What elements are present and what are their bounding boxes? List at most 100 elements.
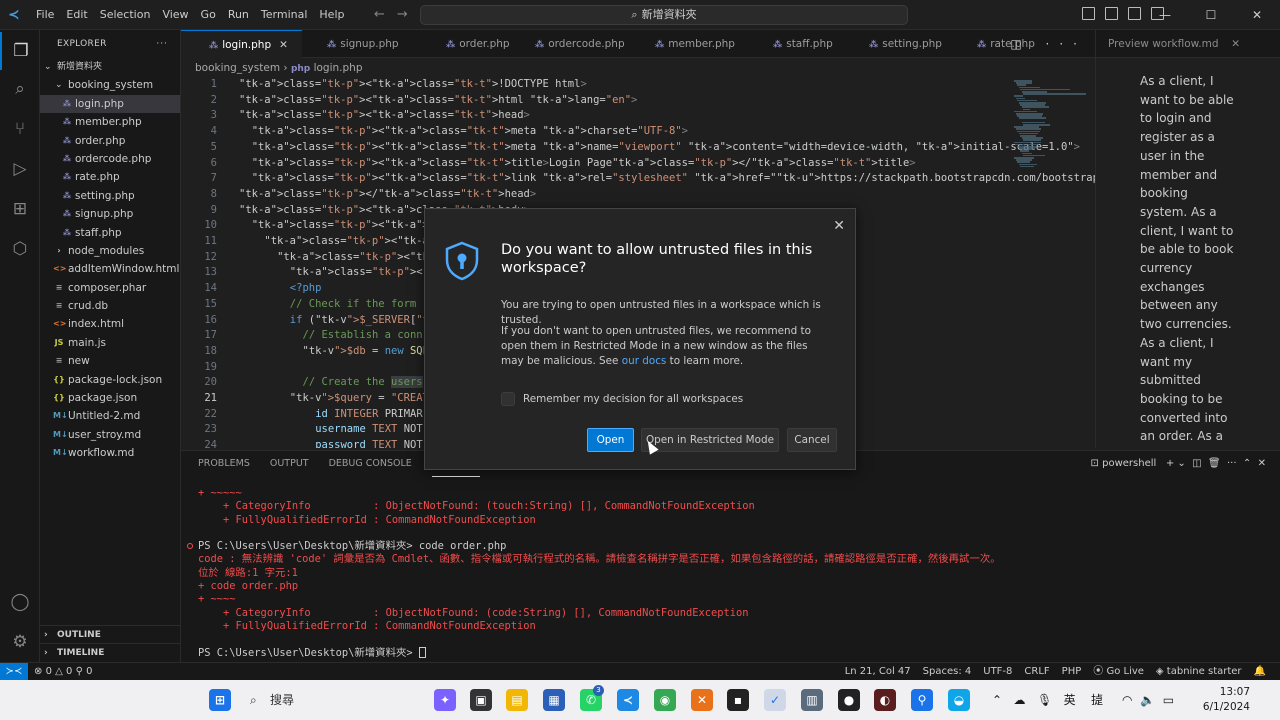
file-item[interactable]: › node_modules bbox=[40, 242, 180, 260]
encoding[interactable]: UTF-8 bbox=[983, 663, 1012, 681]
tab-setting-php[interactable]: ⁂ setting.php bbox=[841, 30, 956, 58]
file-item[interactable]: JS main.js bbox=[40, 334, 180, 352]
menu-item-edit[interactable]: Edit bbox=[60, 0, 93, 30]
battery-icon[interactable]: ▭ bbox=[1163, 693, 1174, 707]
panel-tab-output[interactable]: OUTPUT bbox=[270, 451, 309, 477]
panel-tab-problems[interactable]: PROBLEMS bbox=[198, 451, 250, 477]
open-button[interactable]: Open bbox=[587, 428, 634, 452]
accounts-icon[interactable]: ◯ bbox=[0, 583, 40, 621]
check-app-icon[interactable]: ✓ bbox=[764, 689, 786, 711]
file-item[interactable]: ≡ crud.db bbox=[40, 297, 180, 315]
task-view-icon[interactable]: ▣ bbox=[470, 689, 492, 711]
menu-item-run[interactable]: Run bbox=[222, 0, 255, 30]
folder-booking-system[interactable]: ⌄ booking_system bbox=[40, 76, 180, 94]
tab-ordercode-php[interactable]: ⁂ ordercode.php bbox=[507, 30, 639, 58]
run-debug-icon[interactable]: ▷ bbox=[0, 150, 40, 188]
file-item[interactable]: {} package-lock.json bbox=[40, 371, 180, 389]
toggle-sidebar-icon[interactable] bbox=[1082, 7, 1095, 20]
game-app-icon[interactable]: ◐ bbox=[874, 689, 896, 711]
edge-icon[interactable]: ◒ bbox=[948, 689, 970, 711]
line-ending[interactable]: CRLF bbox=[1024, 663, 1049, 681]
taskbar-search[interactable]: ⌕ 搜尋 bbox=[244, 688, 422, 712]
file-item[interactable]: M↓ Untitled-2.md bbox=[40, 407, 180, 425]
calculator-icon[interactable]: ▥ bbox=[801, 689, 823, 711]
app-icon[interactable]: ✕ bbox=[691, 689, 713, 711]
manage-gear-icon[interactable]: ⚙ bbox=[0, 623, 40, 661]
close-window-button[interactable]: ✕ bbox=[1234, 0, 1280, 30]
menu-item-go[interactable]: Go bbox=[195, 0, 222, 30]
toggle-panel-icon[interactable] bbox=[1105, 7, 1118, 20]
file-item[interactable]: ⁂ signup.php bbox=[40, 205, 180, 223]
file-explorer-icon[interactable]: ▤ bbox=[506, 689, 528, 711]
terminal-output[interactable]: + ~~~~~ + CategoryInfo : ObjectNotFound:… bbox=[187, 487, 1268, 660]
nav-arrows[interactable]: ←→ bbox=[374, 7, 420, 22]
cancel-button[interactable]: Cancel bbox=[787, 428, 837, 452]
copilot-icon[interactable]: ✦ bbox=[434, 689, 456, 711]
open-restricted-mode-button[interactable]: Open in Restricted Mode bbox=[641, 428, 779, 452]
tab-login-php[interactable]: ⁂ login.php ✕ bbox=[181, 30, 302, 58]
shell-name[interactable]: powershell bbox=[1102, 458, 1156, 469]
minimize-button[interactable]: — bbox=[1142, 0, 1188, 30]
tabnine[interactable]: ◈ tabnine starter bbox=[1156, 663, 1242, 681]
close-icon[interactable]: ✕ bbox=[279, 39, 288, 51]
timeline-section[interactable]: › TIMELINE bbox=[40, 643, 181, 661]
tab-staff-php[interactable]: ⁂ staff.php bbox=[745, 30, 847, 58]
remote-indicator-icon[interactable]: ≻≺ bbox=[0, 663, 28, 681]
file-item[interactable]: ⁂ order.php bbox=[40, 132, 180, 150]
menu-item-selection[interactable]: Selection bbox=[94, 0, 157, 30]
file-item[interactable]: ≡ composer.phar bbox=[40, 279, 180, 297]
media-app-icon[interactable]: ● bbox=[838, 689, 860, 711]
maps-app-icon[interactable]: ⚲ bbox=[911, 689, 933, 711]
explorer-icon[interactable]: ❐ bbox=[0, 32, 40, 70]
tab-member-php[interactable]: ⁂ member.php bbox=[627, 30, 749, 58]
file-item[interactable]: ⁂ member.php bbox=[40, 113, 180, 131]
maximize-button[interactable]: ☐ bbox=[1188, 0, 1234, 30]
cursor-position[interactable]: Ln 21, Col 47 bbox=[845, 663, 911, 681]
start-button-icon[interactable]: ⊞ bbox=[209, 689, 231, 711]
outline-section[interactable]: › OUTLINE bbox=[40, 625, 181, 643]
microphone-icon[interactable]: 🎙 bbox=[1037, 693, 1052, 707]
panel-tab-debug-console[interactable]: DEBUG CONSOLE bbox=[329, 451, 412, 477]
search-icon[interactable]: ⌕ bbox=[0, 70, 40, 108]
terminal-app-icon[interactable]: ▪ bbox=[727, 689, 749, 711]
go-live[interactable]: ⦿ Go Live bbox=[1093, 663, 1144, 681]
editor-actions[interactable]: ◫ ··· bbox=[1010, 37, 1087, 51]
language-mode[interactable]: PHP bbox=[1062, 663, 1082, 681]
breadcrumb-folder[interactable]: booking_system bbox=[195, 62, 280, 74]
file-item[interactable]: <> addItemWindow.html bbox=[40, 260, 180, 278]
menu-item-file[interactable]: File bbox=[30, 0, 60, 30]
remember-decision-checkbox[interactable] bbox=[501, 392, 515, 406]
file-item[interactable]: ≡ new bbox=[40, 352, 180, 370]
volume-icon[interactable]: 🔈 bbox=[1140, 693, 1155, 707]
show-hidden-icons-icon[interactable]: ⌃ bbox=[992, 693, 1002, 707]
file-item[interactable]: {} package.json bbox=[40, 389, 180, 407]
menu-item-view[interactable]: View bbox=[156, 0, 194, 30]
file-item[interactable]: M↓ user_stroy.md bbox=[40, 426, 180, 444]
menu-item-help[interactable]: Help bbox=[313, 0, 350, 30]
minimap[interactable] bbox=[1010, 76, 1090, 176]
chrome-icon[interactable]: ◉ bbox=[654, 689, 676, 711]
file-item[interactable]: ⁂ ordercode.php bbox=[40, 150, 180, 168]
more-actions-icon[interactable]: ··· bbox=[156, 30, 168, 58]
close-icon[interactable]: ✕ bbox=[1231, 30, 1240, 58]
clock[interactable]: 13:07 6/1/2024 bbox=[1203, 685, 1250, 715]
notifications-icon[interactable]: 🔔 bbox=[1254, 663, 1266, 681]
source-control-icon[interactable]: ⑂ bbox=[0, 110, 40, 148]
extensions-icon[interactable]: ⊞ bbox=[0, 190, 40, 228]
file-item[interactable]: <> index.html bbox=[40, 315, 180, 333]
file-item[interactable]: M↓ workflow.md bbox=[40, 444, 180, 462]
menu-item-terminal[interactable]: Terminal bbox=[255, 0, 314, 30]
status-problems[interactable]: ⊗ 0 △ 0 ⚲ 0 bbox=[34, 663, 92, 681]
wifi-icon[interactable]: ◠ bbox=[1122, 693, 1132, 707]
close-icon[interactable]: ✕ bbox=[833, 218, 845, 234]
panel-action-icons[interactable]: + ⌄ ◫ 🗑 ··· ⌃ ✕ bbox=[1159, 458, 1266, 469]
breadcrumb-file[interactable]: login.php bbox=[314, 62, 363, 74]
file-item[interactable]: ⁂ setting.php bbox=[40, 187, 180, 205]
command-center[interactable]: ⌕ 新增資料夾 bbox=[420, 5, 908, 25]
store-icon[interactable]: ▦ bbox=[543, 689, 565, 711]
file-item[interactable]: ⁂ rate.php bbox=[40, 168, 180, 186]
remote-explorer-icon[interactable]: ⬡ bbox=[0, 230, 40, 268]
tab-signup-php[interactable]: ⁂ signup.php bbox=[299, 30, 413, 58]
indentation[interactable]: Spaces: 4 bbox=[923, 663, 972, 681]
tab-preview-workflow[interactable]: Preview workflow.md ✕ bbox=[1095, 30, 1280, 58]
